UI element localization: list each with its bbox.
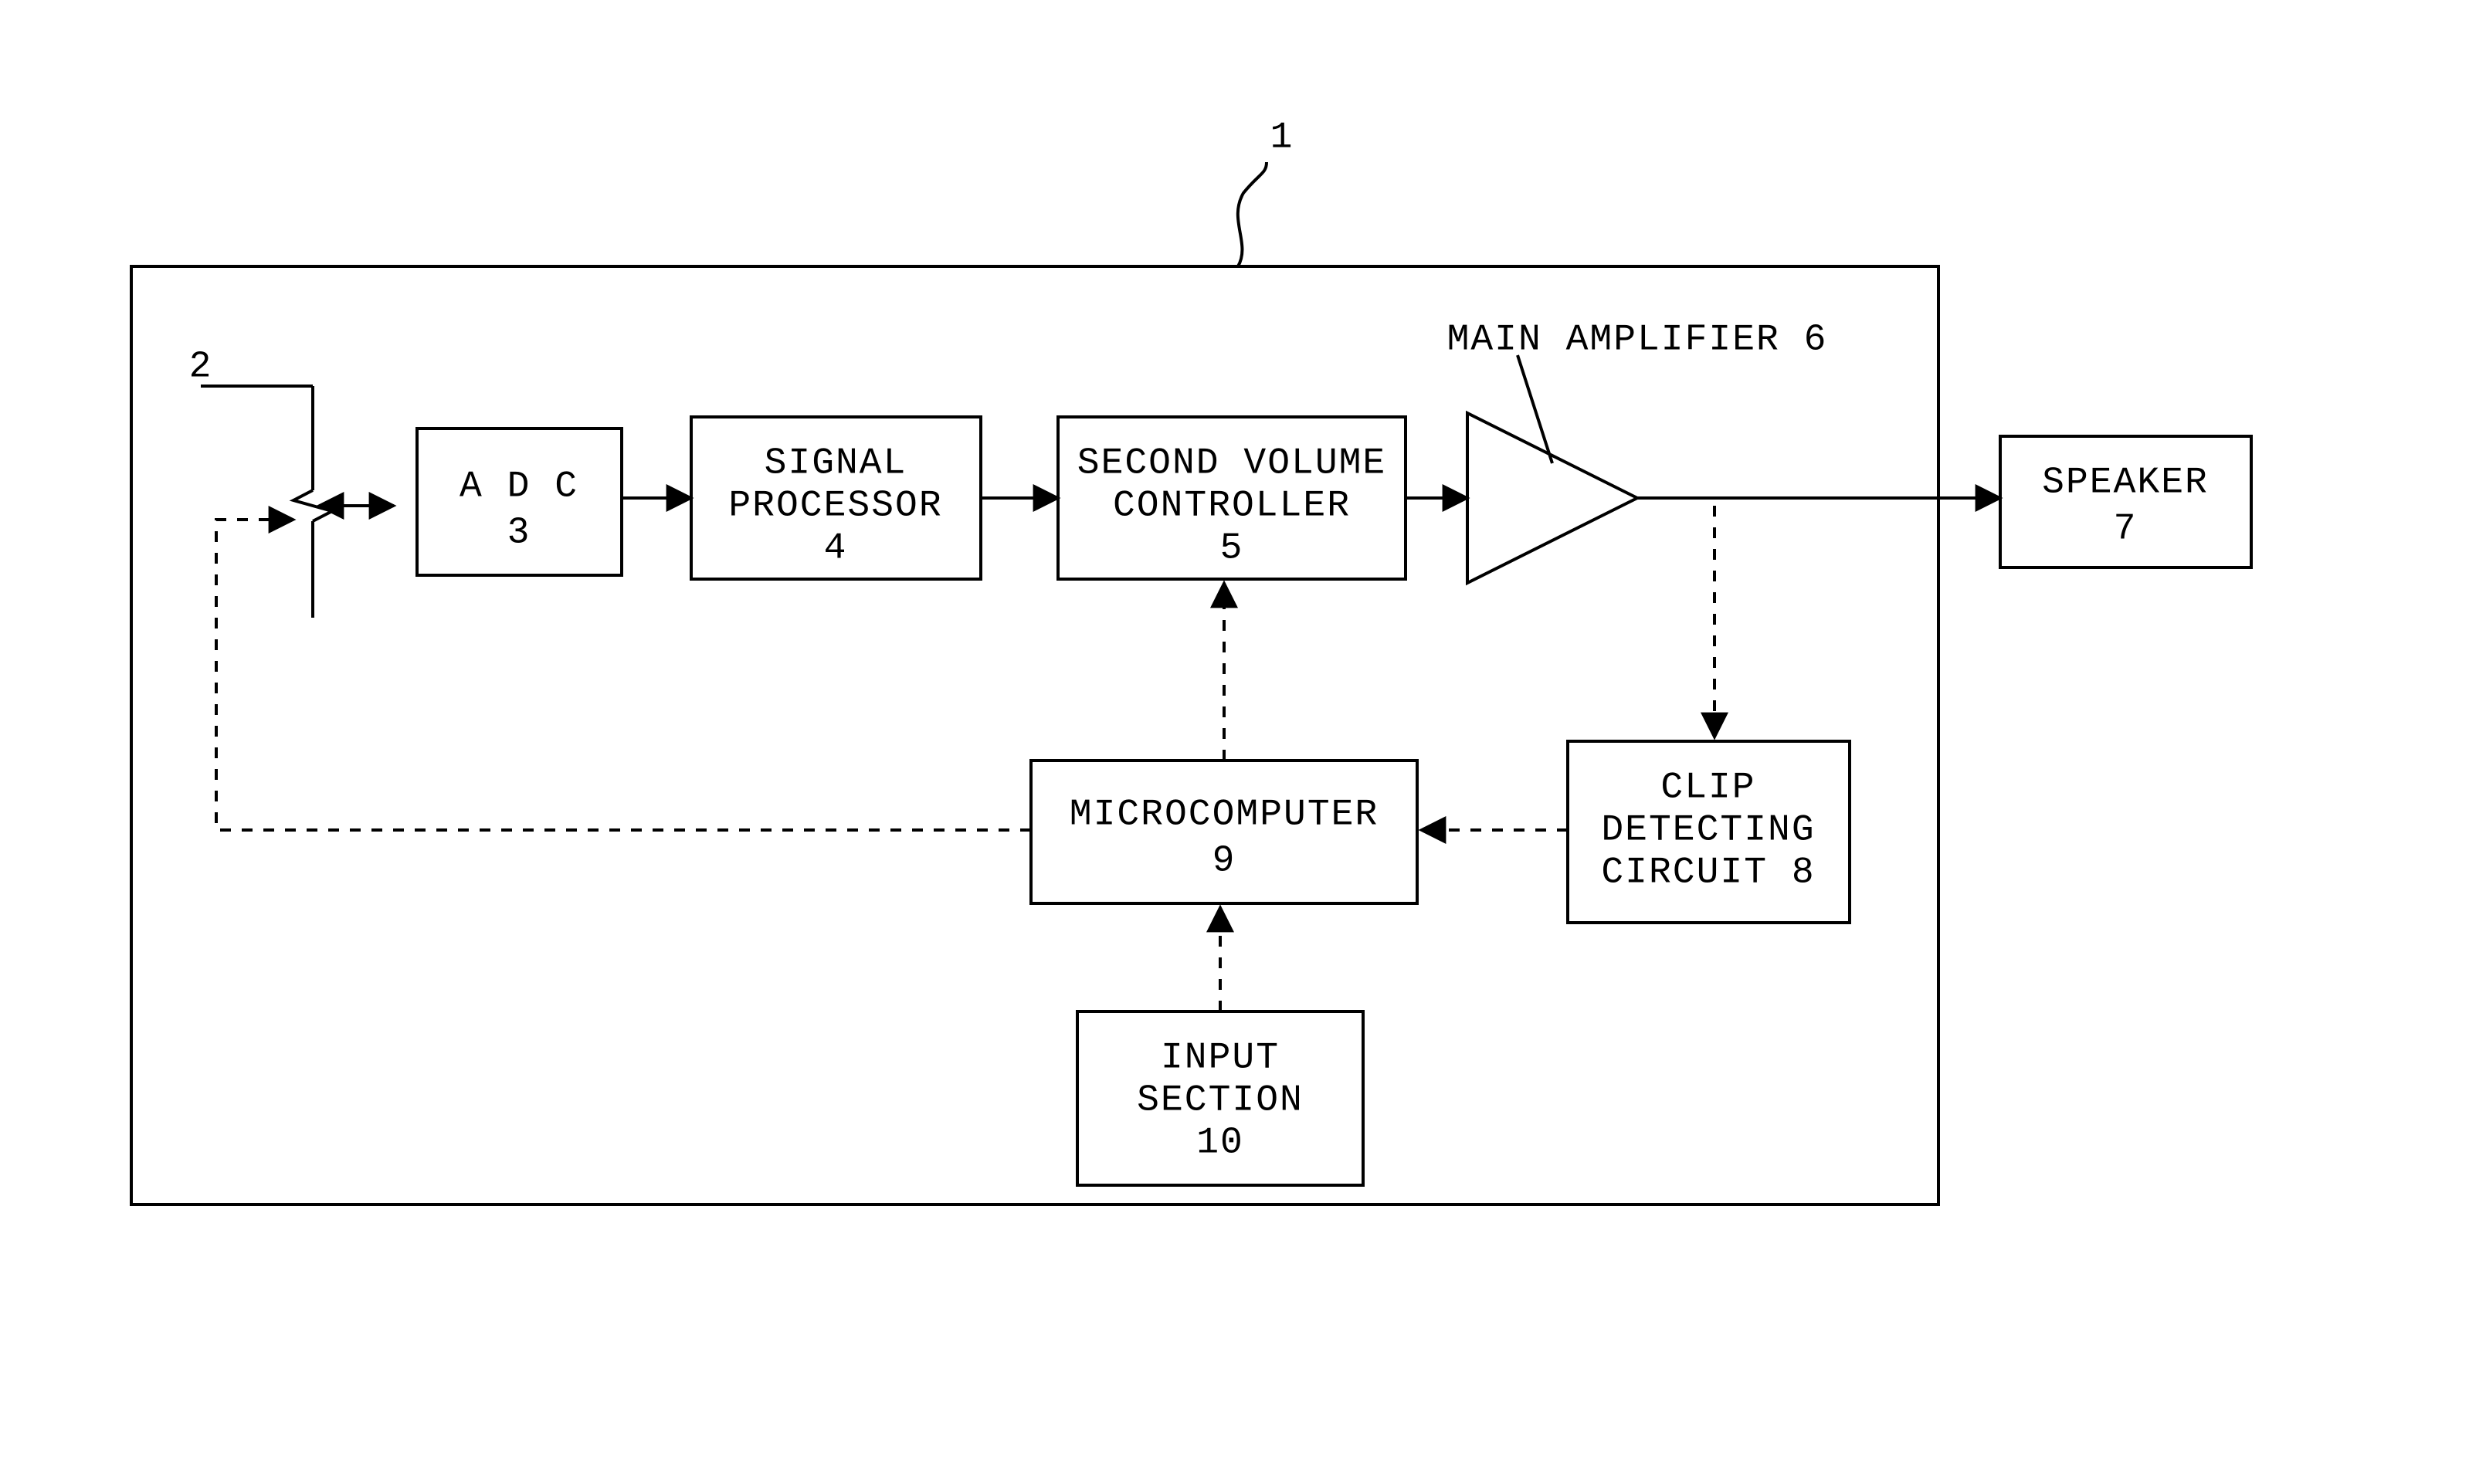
main-amplifier-label: MAIN AMPLIFIER 6: [1447, 320, 1828, 361]
signal-processor-num: 4: [824, 528, 848, 570]
enclosure-box: [131, 266, 1938, 1204]
input-section-label1: INPUT: [1161, 1038, 1280, 1079]
svc-num: 5: [1220, 528, 1244, 570]
svc-label1: SECOND VOLUME: [1077, 443, 1386, 485]
speaker-label: SPEAKER: [2042, 462, 2209, 504]
signal-processor-label1: SIGNAL: [765, 443, 907, 485]
microcomputer-label: MICROCOMPUTER: [1070, 795, 1379, 836]
clip-label3: CIRCUIT 8: [1601, 852, 1815, 894]
input-section-num: 10: [1196, 1123, 1244, 1164]
reference-1-label: 1: [1270, 117, 1294, 159]
clip-label2: DETECTING: [1601, 810, 1815, 852]
clip-label1: CLIP: [1660, 767, 1755, 809]
first-volume-controller-label: 2: [189, 347, 213, 388]
svc-label2: CONTROLLER: [1113, 486, 1351, 527]
first-volume-controller: [201, 386, 394, 618]
adc-label: A D C: [460, 466, 578, 508]
adc-num: 3: [507, 513, 531, 554]
speaker-num: 7: [2114, 509, 2138, 551]
reference-1-leader: [1238, 162, 1267, 266]
input-section-label2: SECTION: [1137, 1080, 1304, 1122]
microcomputer-num: 9: [1212, 841, 1236, 883]
main-amplifier-triangle: [1467, 413, 1637, 583]
signal-processor-label2: PROCESSOR: [728, 486, 942, 527]
